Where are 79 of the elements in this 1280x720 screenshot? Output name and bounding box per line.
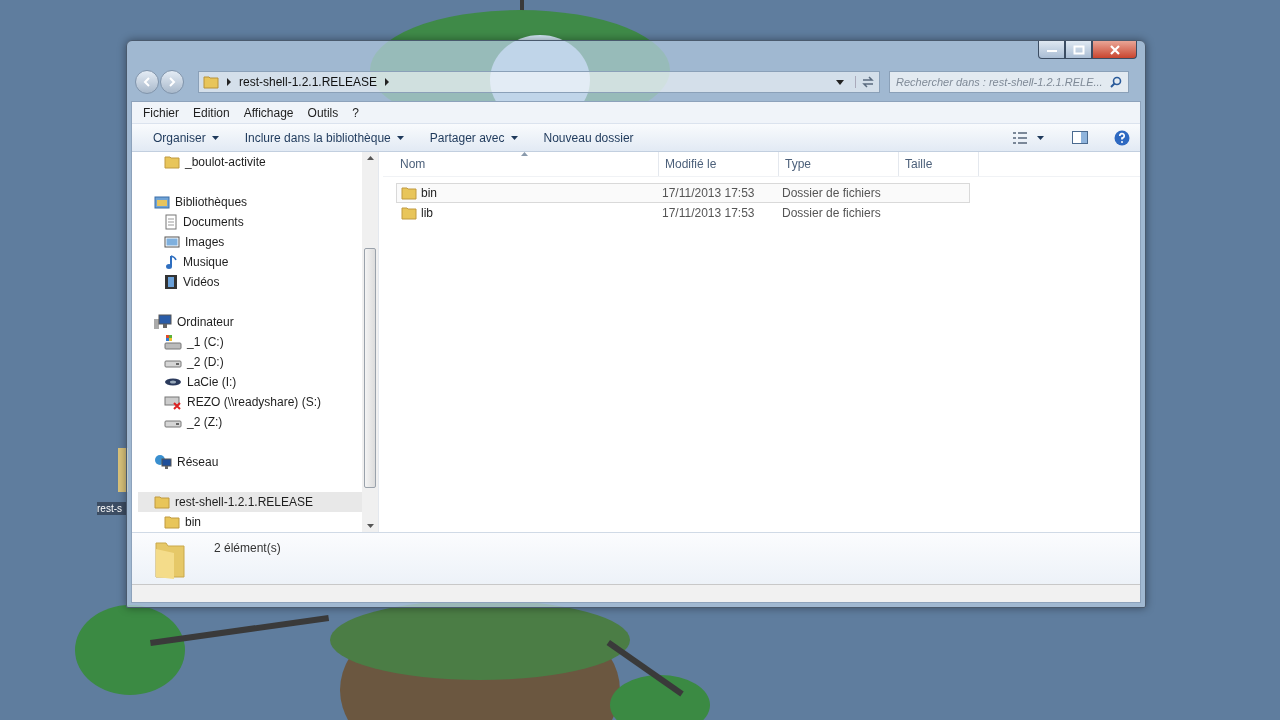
navigation-item[interactable]: bin (138, 512, 362, 532)
system-drive-icon (164, 334, 182, 350)
minimize-button[interactable] (1038, 41, 1065, 59)
folder-icon (203, 75, 219, 89)
menu-item[interactable]: Fichier (136, 105, 186, 120)
maximize-icon (1072, 44, 1085, 55)
search-icon (1110, 76, 1122, 88)
toolbar-button[interactable]: Organiser (146, 130, 226, 145)
refresh-icon[interactable] (855, 76, 875, 88)
file-row[interactable]: lib 17/11/2013 17:53 Dossier de fichiers (396, 203, 970, 223)
navigation-item[interactable]: REZO (\\readyshare) (S:) (138, 392, 362, 412)
navigation-item[interactable]: Vidéos (138, 272, 362, 292)
address-bar[interactable]: rest-shell-1.2.1.RELEASE (198, 71, 880, 93)
folder-icon (164, 515, 180, 529)
file-name: bin (421, 186, 437, 200)
modified-date: 17/11/2013 17:53 (662, 206, 755, 220)
navigation-item[interactable]: _2 (D:) (138, 352, 362, 372)
dropdown-caret-icon[interactable] (1037, 135, 1044, 140)
scroll-down-icon[interactable] (366, 524, 374, 528)
folder-icon (401, 206, 417, 220)
folder-icon (154, 495, 170, 509)
scroll-up-icon[interactable] (366, 156, 374, 160)
item-count: 2 élément(s) (214, 541, 281, 555)
menu-item[interactable]: Outils (300, 105, 346, 120)
help-icon[interactable] (1114, 129, 1130, 146)
file-name: lib (421, 206, 433, 220)
folder-icon (164, 155, 180, 169)
scrollbar[interactable] (362, 152, 378, 532)
file-type: Dossier de fichiers (782, 206, 881, 220)
dropdown-caret-icon (211, 135, 219, 140)
network-icon (154, 454, 172, 470)
dropdown-caret-icon[interactable] (836, 79, 844, 85)
menu-item[interactable]: ? (345, 105, 366, 120)
breadcrumb-arrow-icon[interactable] (384, 78, 391, 86)
navigation-item[interactable]: rest-shell-1.2.1.RELEASE (138, 492, 362, 512)
desktop-icon-label[interactable]: rest-s (97, 502, 126, 515)
image-icon (164, 235, 180, 249)
maximize-button[interactable] (1065, 41, 1092, 59)
file-type: Dossier de fichiers (782, 186, 881, 200)
dropdown-caret-icon (510, 135, 518, 140)
toolbar-button[interactable]: Inclure dans la bibliothèque (237, 130, 411, 145)
dropdown-caret-icon (396, 135, 404, 140)
back-button[interactable] (135, 70, 159, 94)
computer-icon (154, 314, 172, 330)
navigation-item[interactable]: Réseau (138, 452, 362, 472)
navigation-item[interactable]: Musique (138, 252, 362, 272)
close-icon (1108, 44, 1121, 55)
scrollbar-thumb[interactable] (364, 248, 376, 488)
document-icon (164, 214, 178, 230)
toolbar-button[interactable]: Partager avec (422, 130, 525, 145)
modified-date: 17/11/2013 17:53 (662, 186, 755, 200)
navigation-item[interactable]: _1 (C:) (138, 332, 362, 352)
toolbar-button[interactable]: Nouveau dossier (536, 130, 641, 145)
close-button[interactable] (1092, 41, 1137, 59)
search-field[interactable]: Rechercher dans : rest-shell-1.2.1.RELE... (889, 71, 1129, 93)
folder-icon (401, 186, 417, 200)
menu-item[interactable]: Edition (186, 105, 237, 120)
forward-button[interactable] (160, 70, 184, 94)
navigation-item[interactable]: Documents (138, 212, 362, 232)
file-row[interactable]: bin 17/11/2013 17:53 Dossier de fichiers (396, 183, 970, 203)
menu-item[interactable]: Affichage (236, 105, 301, 120)
disconnected-drive-icon (164, 394, 182, 410)
music-note-icon (164, 254, 178, 270)
navigation-item[interactable]: Bibliothèques (138, 192, 362, 212)
navigation-item[interactable]: Images (138, 232, 362, 252)
view-options-icon[interactable] (1013, 131, 1029, 144)
navigation-item[interactable]: LaCie (I:) (138, 372, 362, 392)
breadcrumb-item[interactable]: rest-shell-1.2.1.RELEASE (239, 75, 378, 89)
column-header[interactable]: Nom (383, 152, 659, 176)
navigation-item[interactable]: Ordinateur (138, 312, 362, 332)
column-header[interactable]: Taille (899, 152, 979, 176)
preview-pane-icon[interactable] (1072, 131, 1088, 144)
navigation-item[interactable]: _2 (Z:) (138, 412, 362, 432)
film-icon (164, 274, 178, 290)
breadcrumb-arrow-icon[interactable] (226, 78, 232, 86)
navigation-item[interactable]: _boulot-activite (138, 152, 362, 172)
library-icon (154, 195, 170, 209)
column-header[interactable]: Modifié le (659, 152, 779, 176)
column-header[interactable]: Type (779, 152, 899, 176)
